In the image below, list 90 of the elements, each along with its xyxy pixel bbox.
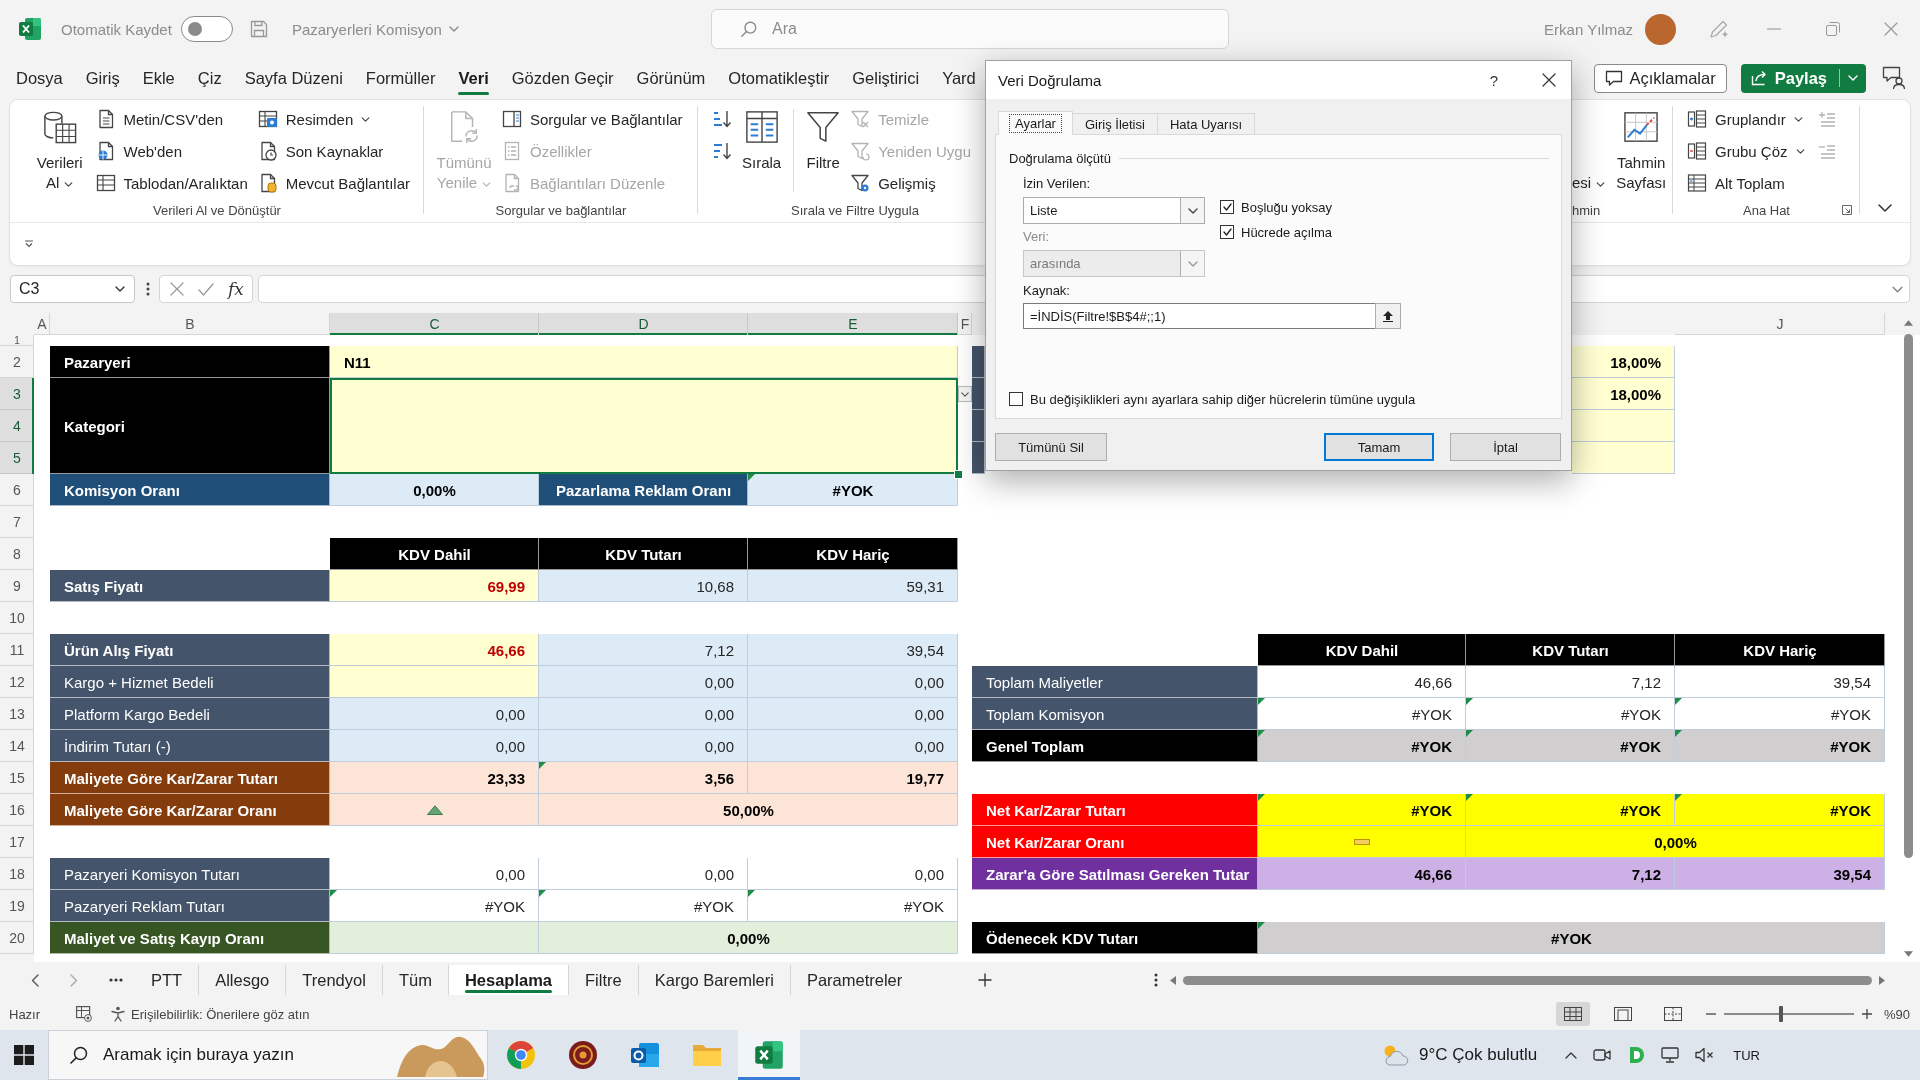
value-cell: #YOK bbox=[330, 890, 539, 922]
field-label: Veri: bbox=[1023, 228, 1050, 246]
value-cell: 0,00% bbox=[330, 474, 539, 506]
group-label: hmin bbox=[1572, 202, 1601, 218]
label-cell: Ürün Alış Fiyatı bbox=[50, 634, 330, 666]
status-text: Hazır bbox=[9, 1006, 41, 1022]
value-cell: 59,31 bbox=[748, 570, 958, 602]
value-cell: #YOK bbox=[748, 474, 958, 506]
label-cell: Pazaryeri bbox=[50, 346, 330, 378]
label-cell: Satış Fiyatı bbox=[50, 570, 330, 602]
label-cell: Toplam Maliyetler bbox=[972, 666, 1258, 698]
value-cell: 0,00 bbox=[748, 698, 958, 730]
value-cell: 50,00% bbox=[539, 794, 958, 826]
section-title: Doğrulama ölçütü bbox=[1009, 150, 1111, 166]
field-label: Kaynak: bbox=[1023, 282, 1071, 300]
group-label: Sorgular ve bağlantılar bbox=[495, 202, 627, 218]
header-cell: KDV Dahil bbox=[330, 538, 539, 570]
autosave-label: Otomatik Kaydet bbox=[61, 20, 172, 38]
checkbox-label: Boşluğu yoksay bbox=[1241, 199, 1333, 215]
label-cell: Net Kar/Zarar Oranı bbox=[972, 826, 1258, 858]
label-cell: Maliyete Göre Kar/Zarar Oranı bbox=[50, 794, 330, 826]
label-cell: Net Kar/Zarar Tutarı bbox=[972, 794, 1258, 826]
label-cell: Toplam Komisyon bbox=[972, 698, 1258, 730]
value-cell: 69,99 bbox=[330, 570, 539, 602]
value-cell: 39,54 bbox=[748, 634, 958, 666]
group-label: Verileri Al ve Dönüştür bbox=[153, 202, 281, 218]
value-cell: #YOK bbox=[1675, 794, 1885, 826]
value-cell: 7,12 bbox=[1466, 666, 1675, 698]
value-cell: 0,00 bbox=[330, 698, 539, 730]
value-cell: #YOK bbox=[1675, 730, 1885, 762]
value-cell: #YOK bbox=[748, 890, 958, 922]
value-cell: #YOK bbox=[1466, 698, 1675, 730]
label-cell: Platform Kargo Bedeli bbox=[50, 698, 330, 730]
label-cell: Genel Toplam bbox=[972, 730, 1258, 762]
label-cell: Zarar'a Göre Satılması Gereken Tutar bbox=[972, 858, 1258, 890]
label-cell: Kargo + Hizmet Bedeli bbox=[50, 666, 330, 698]
value-cell: #YOK bbox=[1675, 698, 1885, 730]
value-cell: 46,66 bbox=[1258, 666, 1466, 698]
group-label: Sırala ve Filtre Uygula bbox=[791, 202, 919, 218]
label-cell: Maliyet ve Satış Kayıp Oranı bbox=[50, 922, 330, 954]
header-cell: KDV Dahil bbox=[1258, 634, 1466, 666]
value-cell: #YOK bbox=[539, 890, 748, 922]
value-cell: #YOK bbox=[1258, 794, 1466, 826]
field-label: İzin Verilen: bbox=[1023, 175, 1092, 193]
checkbox-label: Bu değişiklikleri aynı ayarlara sahip diğer hücrelerin tümüne uygula bbox=[1030, 391, 1416, 407]
label-cell: Maliyete Göre Kar/Zarar Tutarı bbox=[50, 762, 330, 794]
value-cell: #YOK bbox=[1258, 730, 1466, 762]
label-cell: Komisyon Oranı bbox=[50, 474, 330, 506]
value-cell: 0,00 bbox=[748, 858, 958, 890]
label-cell: Pazarlama Reklam Oranı bbox=[539, 474, 748, 506]
dialog-title: Veri Doğrulama bbox=[998, 71, 1103, 89]
label-cell: Ödenecek KDV Tutarı bbox=[972, 922, 1258, 954]
value-cell: 0,00 bbox=[539, 698, 748, 730]
value-cell: 0,00 bbox=[539, 858, 748, 890]
value-cell: 0,00% bbox=[1466, 826, 1885, 858]
value-cell: 46,66 bbox=[1258, 858, 1466, 890]
value-cell: 0,00 bbox=[748, 666, 958, 698]
value-cell: 0,00 bbox=[539, 666, 748, 698]
user-name: Erkan Yılmaz bbox=[1544, 20, 1633, 38]
value-cell: 7,12 bbox=[1466, 858, 1675, 890]
label-cell: Kategori bbox=[50, 378, 330, 474]
header-cell: KDV Tutarı bbox=[1466, 634, 1675, 666]
value-cell: 19,77 bbox=[748, 762, 958, 794]
value-cell: 18,00% bbox=[1572, 346, 1675, 378]
checkbox-label: Hücrede açılma bbox=[1241, 224, 1333, 240]
group-label: Ana Hat bbox=[1743, 202, 1790, 218]
value-cell: 18,00% bbox=[1572, 378, 1675, 410]
value-cell: 39,54 bbox=[1675, 858, 1885, 890]
value-cell: 46,66 bbox=[330, 634, 539, 666]
value-cell: 0,00 bbox=[539, 730, 748, 762]
value-cell: 7,12 bbox=[539, 634, 748, 666]
header-cell: KDV Hariç bbox=[1675, 634, 1885, 666]
value-cell: #YOK bbox=[1258, 922, 1885, 954]
label-cell: İndirim Tutarı (-) bbox=[50, 730, 330, 762]
value-cell: 0,00 bbox=[330, 858, 539, 890]
value-cell: 10,68 bbox=[539, 570, 748, 602]
value-cell: 0,00 bbox=[748, 730, 958, 762]
header-cell: KDV Hariç bbox=[748, 538, 958, 570]
value-cell: N11 bbox=[330, 346, 958, 378]
value-cell: 0,00 bbox=[330, 730, 539, 762]
value-cell: #YOK bbox=[1258, 698, 1466, 730]
label-cell: Pazaryeri Reklam Tutarı bbox=[50, 890, 330, 922]
value-cell: #YOK bbox=[1466, 730, 1675, 762]
label-cell: Pazaryeri Komisyon Tutarı bbox=[50, 858, 330, 890]
value-cell: 3,56 bbox=[539, 762, 748, 794]
value-cell: 0,00% bbox=[539, 922, 958, 954]
header-cell: KDV Tutarı bbox=[539, 538, 748, 570]
value-cell: 23,33 bbox=[330, 762, 539, 794]
value-cell: #YOK bbox=[1466, 794, 1675, 826]
value-cell: 39,54 bbox=[1675, 666, 1885, 698]
